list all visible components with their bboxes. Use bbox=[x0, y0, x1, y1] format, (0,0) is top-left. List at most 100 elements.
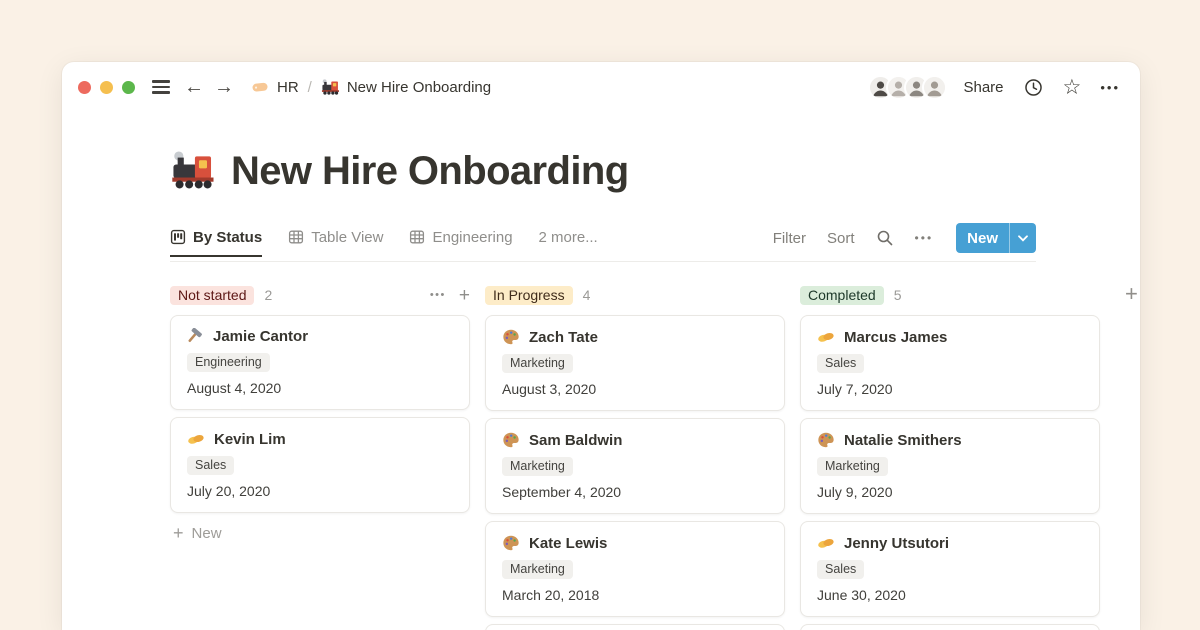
card-tag-badge: Sales bbox=[817, 354, 864, 373]
zoom-window-button[interactable] bbox=[122, 81, 135, 94]
card-tag-badge: Sales bbox=[187, 456, 234, 475]
hammer-emoji-icon bbox=[187, 328, 204, 345]
handshake-emoji-icon bbox=[817, 534, 835, 552]
close-window-button[interactable] bbox=[78, 81, 91, 94]
breadcrumb-page[interactable]: New Hire Onboarding bbox=[347, 79, 491, 96]
palette-emoji-icon bbox=[502, 431, 520, 449]
column-add-card-icon[interactable]: + bbox=[459, 286, 470, 305]
kanban-card[interactable]: Matt M bbox=[800, 624, 1100, 630]
card-name: Marcus James bbox=[844, 329, 947, 346]
plus-icon: + bbox=[173, 524, 184, 542]
column-header: In Progress 4 bbox=[485, 283, 785, 307]
forward-arrow-icon[interactable]: → bbox=[214, 77, 234, 97]
sidebar-menu-icon[interactable] bbox=[152, 80, 170, 93]
board-column: In Progress 4 Zach Tate Marketing August 3, … bbox=[485, 283, 785, 630]
card-title-row: Jamie Cantor bbox=[187, 328, 453, 345]
kanban-card[interactable]: Zach Tate Marketing August 3, 2020 bbox=[485, 315, 785, 411]
tag-emoji-icon bbox=[250, 77, 270, 97]
sort-button[interactable]: Sort bbox=[827, 230, 855, 247]
handshake-emoji-icon bbox=[187, 430, 205, 448]
palette-emoji-icon bbox=[817, 431, 835, 449]
breadcrumb: HR / New Hire Onboarding bbox=[250, 77, 491, 97]
palette-emoji-icon bbox=[502, 328, 520, 346]
card-title-row: Kevin Lim bbox=[187, 430, 453, 448]
tab-table-view[interactable]: Table View bbox=[288, 229, 383, 256]
board-column: Completed5 Marcus James Sales July 7, 2020 N… bbox=[800, 283, 1100, 630]
card-name: Jenny Utsutori bbox=[844, 535, 949, 552]
view-controls: Filter Sort ••• New bbox=[773, 223, 1036, 261]
breadcrumb-workspace[interactable]: HR bbox=[277, 79, 299, 96]
board-icon bbox=[170, 229, 186, 245]
filter-button[interactable]: Filter bbox=[773, 230, 806, 247]
tab-by-status[interactable]: By Status bbox=[170, 229, 262, 257]
handshake-emoji-icon bbox=[817, 328, 835, 346]
kanban-card[interactable]: Marcus James Sales July 7, 2020 bbox=[800, 315, 1100, 411]
titlebar-actions: Share ☆ ••• bbox=[868, 75, 1120, 100]
card-date: July 20, 2020 bbox=[187, 483, 453, 499]
breadcrumb-separator: / bbox=[308, 79, 312, 96]
page-title[interactable]: New Hire Onboarding bbox=[231, 149, 629, 194]
card-date: July 7, 2020 bbox=[817, 381, 1083, 397]
page-content: New Hire Onboarding By Status Table View… bbox=[62, 148, 1140, 262]
card-title-row: Marcus James bbox=[817, 328, 1083, 346]
kanban-card[interactable]: Natalie Smithers Marketing July 9, 2020 bbox=[800, 418, 1100, 514]
card-name: Sam Baldwin bbox=[529, 432, 622, 449]
card-name: Jamie Cantor bbox=[213, 328, 308, 345]
card-title-row: Sam Baldwin bbox=[502, 431, 768, 449]
updates-clock-icon[interactable] bbox=[1023, 77, 1044, 98]
kanban-card[interactable]: Jamie CantorEngineeringAugust 4, 2020 bbox=[170, 315, 470, 410]
column-actions: ••• + bbox=[430, 286, 470, 305]
kanban-card[interactable]: Jenny UtsutoriSalesJune 30, 2020 bbox=[800, 521, 1100, 617]
column-cards: Jamie CantorEngineeringAugust 4, 2020Kev… bbox=[170, 315, 470, 513]
card-title-row: Zach Tate bbox=[502, 328, 768, 346]
kanban-card[interactable]: Shawn Hunt bbox=[485, 624, 785, 630]
card-name: Kevin Lim bbox=[214, 431, 286, 448]
column-new-card-button[interactable]: + New bbox=[170, 524, 470, 542]
view-tabs: By Status Table View Engineering 2 more.… bbox=[170, 229, 598, 256]
locomotive-emoji-icon bbox=[170, 148, 216, 194]
card-title-row: Natalie Smithers bbox=[817, 431, 1083, 449]
view-more-options-icon[interactable]: ••• bbox=[915, 231, 934, 245]
new-button-label: New bbox=[956, 230, 1009, 247]
card-date: July 9, 2020 bbox=[817, 484, 1083, 500]
column-status-badge[interactable]: Not started bbox=[170, 286, 254, 305]
tab-more-views[interactable]: 2 more... bbox=[539, 229, 598, 256]
share-button[interactable]: Share bbox=[963, 79, 1003, 96]
card-date: September 4, 2020 bbox=[502, 484, 768, 500]
board-column: Not started2•••+Jamie CantorEngineeringA… bbox=[170, 283, 470, 630]
chevron-down-icon[interactable] bbox=[1009, 223, 1036, 253]
card-title-row: Jenny Utsutori bbox=[817, 534, 1083, 552]
minimize-window-button[interactable] bbox=[100, 81, 113, 94]
collaborator-avatars bbox=[868, 75, 947, 100]
column-status-badge[interactable]: In Progress bbox=[485, 286, 573, 305]
card-tag-badge: Engineering bbox=[187, 353, 270, 372]
app-window: ← → HR / New Hire Onboarding Share bbox=[62, 62, 1140, 630]
tab-engineering[interactable]: Engineering bbox=[409, 229, 512, 256]
column-header: Completed5 bbox=[800, 283, 1100, 307]
kanban-card[interactable]: Kate LewisMarketingMarch 20, 2018 bbox=[485, 521, 785, 617]
kanban-card[interactable]: Sam BaldwinMarketingSeptember 4, 2020 bbox=[485, 418, 785, 514]
back-arrow-icon[interactable]: ← bbox=[184, 77, 204, 97]
card-date: June 30, 2020 bbox=[817, 587, 1083, 603]
card-tag-badge: Marketing bbox=[817, 457, 888, 476]
kanban-card[interactable]: Kevin Lim Sales July 20, 2020 bbox=[170, 417, 470, 513]
new-card-label: New bbox=[192, 525, 222, 542]
kanban-board: + Not started2•••+Jamie CantorEngineerin… bbox=[62, 283, 1140, 630]
column-cards: Zach Tate Marketing August 3, 2020 Sam Bald… bbox=[485, 315, 785, 630]
favorite-star-icon[interactable]: ☆ bbox=[1063, 77, 1082, 98]
column-count: 4 bbox=[583, 287, 591, 303]
card-tag-badge: Marketing bbox=[502, 560, 573, 579]
new-button[interactable]: New bbox=[956, 223, 1036, 253]
collaborator-avatar[interactable] bbox=[922, 75, 947, 100]
column-header: Not started2•••+ bbox=[170, 283, 470, 307]
column-menu-icon[interactable]: ••• bbox=[430, 289, 446, 301]
card-date: August 3, 2020 bbox=[502, 381, 768, 397]
table-icon bbox=[409, 229, 425, 245]
locomotive-emoji-icon bbox=[321, 78, 340, 97]
column-status-badge[interactable]: Completed bbox=[800, 286, 884, 305]
column-cards: Marcus James Sales July 7, 2020 Natalie Smi… bbox=[800, 315, 1100, 630]
add-group-button[interactable]: + bbox=[1125, 283, 1138, 305]
card-tag-badge: Marketing bbox=[502, 354, 573, 373]
more-options-icon[interactable]: ••• bbox=[1100, 80, 1120, 95]
search-icon[interactable] bbox=[876, 229, 894, 247]
